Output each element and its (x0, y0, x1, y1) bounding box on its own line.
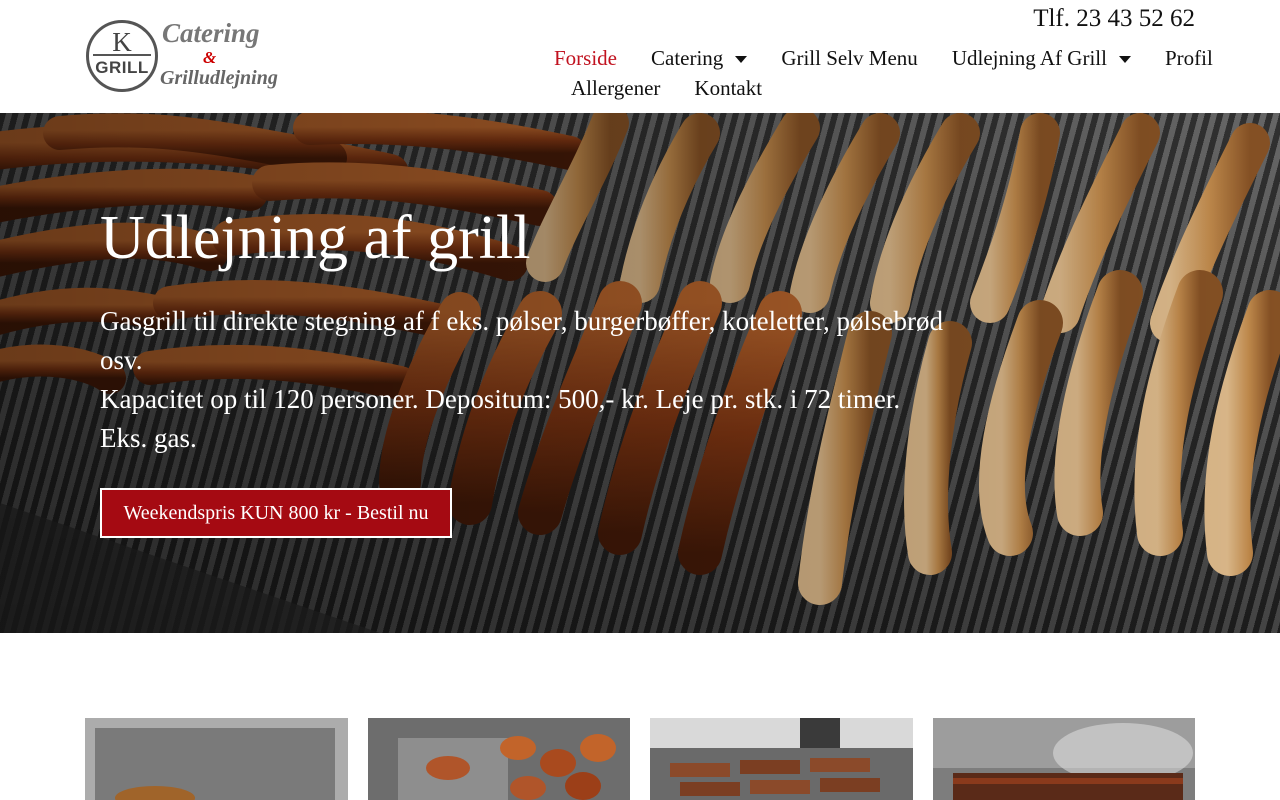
nav-label: Catering (651, 45, 724, 70)
nav-label: Udlejning Af Grill (951, 45, 1107, 70)
hero-title: Udlejning af grill (100, 204, 531, 272)
nav-item-profil[interactable]: Profil (1148, 46, 1230, 71)
hero-description: Gasgrill til direkte stegning af f eks. … (100, 302, 950, 458)
phone-number[interactable]: Tlf. 23 43 52 62 (1033, 5, 1195, 33)
logo-catering: Catering (162, 18, 260, 48)
hero-line-2: Kapacitet op til 120 personer. Depositum… (100, 384, 901, 453)
caret-down-icon[interactable] (735, 55, 748, 63)
logo-divider (93, 54, 151, 56)
k-grill-logo-icon: K GRILL (86, 20, 158, 92)
grilled-chicken-image[interactable] (367, 718, 630, 800)
site-header: K GRILL Catering & Grilludlejning Tlf. 2… (0, 0, 1280, 113)
logo-grill: GRILL (95, 58, 149, 77)
nav-label: Allergener (571, 75, 661, 100)
nav-row-2: Allergener Kontakt (520, 73, 1200, 103)
image-gallery (85, 718, 1195, 800)
nav-item-udlejning-af-grill[interactable]: Udlejning Af Grill (935, 46, 1148, 71)
smoking-grill-image[interactable] (932, 718, 1195, 800)
nav-label: Grill Selv Menu (781, 45, 918, 70)
grilled-ribs-image[interactable] (650, 718, 913, 800)
nav-row-1: Forside Catering Grill Selv Menu Udlejni… (520, 43, 1213, 73)
grill-roast-image[interactable] (85, 718, 348, 800)
nav-item-forside[interactable]: Forside (537, 46, 634, 71)
hero-line-1: Gasgrill til direkte stegning af f eks. … (100, 306, 944, 375)
nav-item-grill-selv-menu[interactable]: Grill Selv Menu (764, 46, 935, 71)
main-nav: Forside Catering Grill Selv Menu Udlejni… (520, 43, 1213, 103)
nav-label: Kontakt (694, 75, 763, 100)
nav-label: Profil (1164, 45, 1213, 70)
nav-item-catering[interactable]: Catering (634, 46, 764, 71)
logo-subtitle: Grilludlejning (160, 67, 278, 89)
caret-down-icon[interactable] (1118, 55, 1131, 63)
site-logo[interactable]: K GRILL Catering & Grilludlejning (86, 18, 278, 94)
nav-item-kontakt[interactable]: Kontakt (677, 76, 779, 101)
nav-label: Forside (554, 45, 617, 70)
hero-section: Udlejning af grill Gasgrill til direkte … (0, 113, 1280, 633)
logo-ampersand: & (203, 48, 217, 67)
book-now-button[interactable]: Weekendspris KUN 800 kr - Bestil nu (100, 488, 452, 538)
nav-item-allergener[interactable]: Allergener (554, 76, 677, 101)
